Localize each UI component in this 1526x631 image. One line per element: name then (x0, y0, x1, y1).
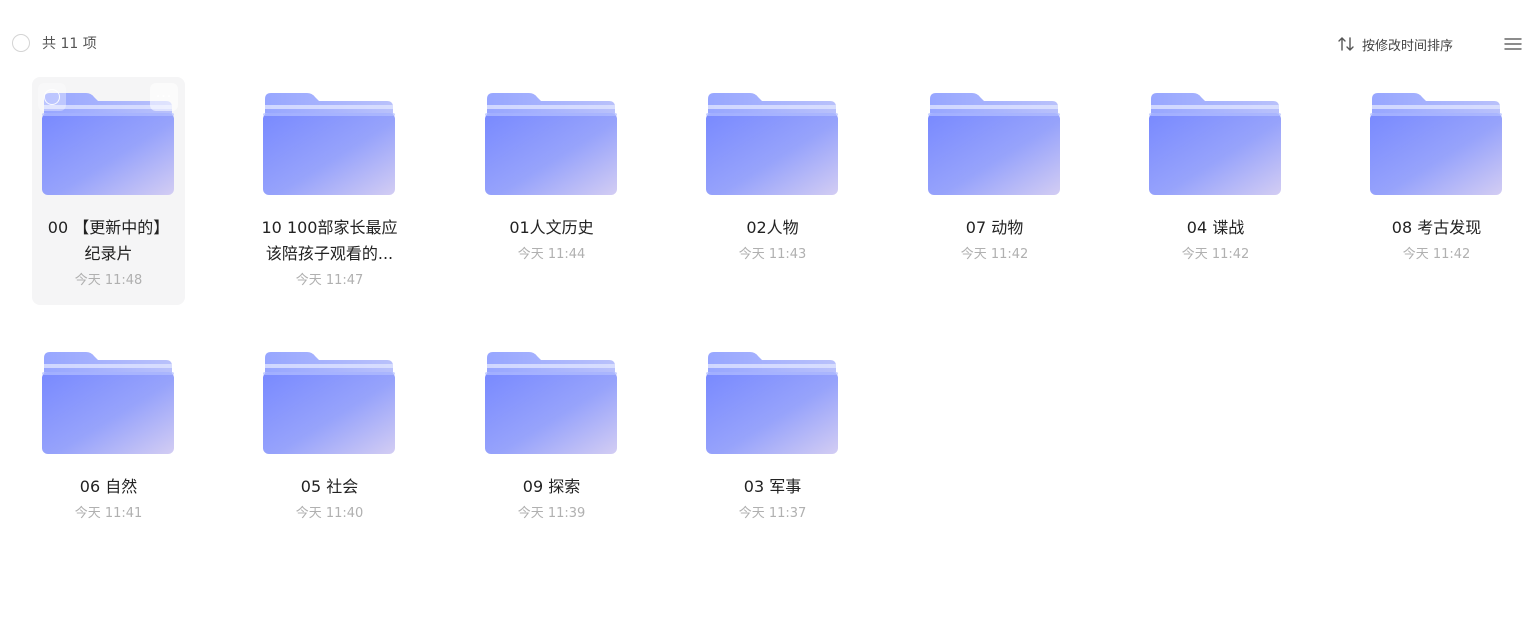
folder-name: 08 考古发现 (1360, 215, 1513, 241)
folder-name: 01人文历史 (475, 215, 628, 241)
folder-icon (263, 350, 395, 456)
more-options-button[interactable]: ··· (150, 83, 178, 111)
folder-modified-time: 今天 11:48 (74, 273, 143, 288)
folder-icon (706, 91, 838, 197)
folder-name: 02人物 (696, 215, 849, 241)
folder-name: 07 动物 (918, 215, 1071, 241)
folder-tile[interactable]: 07 动物今天 11:42 (918, 77, 1071, 305)
folder-icon (263, 91, 395, 197)
folder-modified-time: 今天 11:41 (74, 506, 143, 521)
folder-modified-time: 今天 11:44 (517, 247, 586, 262)
folder-icon (706, 350, 838, 456)
folder-select-checkbox[interactable] (38, 83, 66, 111)
folder-name-line: 05 社会 (300, 477, 359, 496)
folder-tile[interactable]: ··· 00 【更新中的】 纪录片今天 11:48 (32, 77, 185, 305)
folder-name-line: 纪录片 (84, 244, 133, 263)
folder-name-line: 08 考古发现 (1391, 218, 1482, 237)
folder-name-line: 09 探索 (522, 477, 581, 496)
folder-tile[interactable]: 03 军事今天 11:37 (696, 336, 849, 564)
folder-tile[interactable]: 05 社会今天 11:40 (253, 336, 406, 564)
folder-modified-time: 今天 11:42 (1402, 247, 1471, 262)
folder-tile[interactable]: 06 自然今天 11:41 (32, 336, 185, 564)
folder-icon (485, 350, 617, 456)
folder-modified-time: 今天 11:47 (295, 273, 364, 288)
folder-name-line: 该陪孩子观看的... (265, 244, 394, 263)
folder-tile[interactable]: 01人文历史今天 11:44 (475, 77, 628, 305)
folder-name: 10 100部家长最应 该陪孩子观看的... (253, 215, 406, 267)
folder-name-line: 03 军事 (743, 477, 802, 496)
folder-modified-time: 今天 11:43 (738, 247, 807, 262)
folder-name-line: 00 【更新中的】 (47, 218, 170, 237)
folder-icon (42, 350, 174, 456)
folder-modified-time: 今天 11:40 (295, 506, 364, 521)
folder-modified-time: 今天 11:39 (517, 506, 586, 521)
folder-tile[interactable]: 10 100部家长最应 该陪孩子观看的... 今天 11:47 (253, 77, 406, 305)
folder-name: 05 社会 (253, 474, 406, 500)
folder-tile[interactable]: 04 谍战今天 11:42 (1139, 77, 1292, 305)
folder-modified-time: 今天 11:42 (1181, 247, 1250, 262)
folder-name: 03 军事 (696, 474, 849, 500)
folder-tile[interactable]: 02人物今天 11:43 (696, 77, 849, 305)
folder-name: 00 【更新中的】 纪录片 (32, 215, 185, 267)
folder-name: 04 谍战 (1139, 215, 1292, 241)
folder-tile[interactable]: 08 考古发现今天 11:42 (1360, 77, 1513, 305)
folder-modified-time: 今天 11:37 (738, 506, 807, 521)
folder-modified-time: 今天 11:42 (960, 247, 1029, 262)
folder-icon (928, 91, 1060, 197)
folder-icon (485, 91, 617, 197)
folder-name: 09 探索 (475, 474, 628, 500)
folder-name-line: 01人文历史 (509, 218, 594, 237)
folder-name-line: 07 动物 (965, 218, 1024, 237)
folder-icon (1370, 91, 1502, 197)
folder-icon (1149, 91, 1281, 197)
folder-name-line: 06 自然 (79, 477, 138, 496)
folder-name: 06 自然 (32, 474, 185, 500)
folder-tile[interactable]: 09 探索今天 11:39 (475, 336, 628, 564)
circle-checkbox-icon (44, 89, 60, 105)
folder-name-line: 04 谍战 (1186, 218, 1245, 237)
folder-grid: ··· 00 【更新中的】 纪录片今天 11:48 10 100部家长最应 该陪孩子观… (0, 0, 1526, 631)
folder-name-line: 02人物 (746, 218, 799, 237)
folder-name-line: 10 100部家长最应 (261, 218, 398, 237)
